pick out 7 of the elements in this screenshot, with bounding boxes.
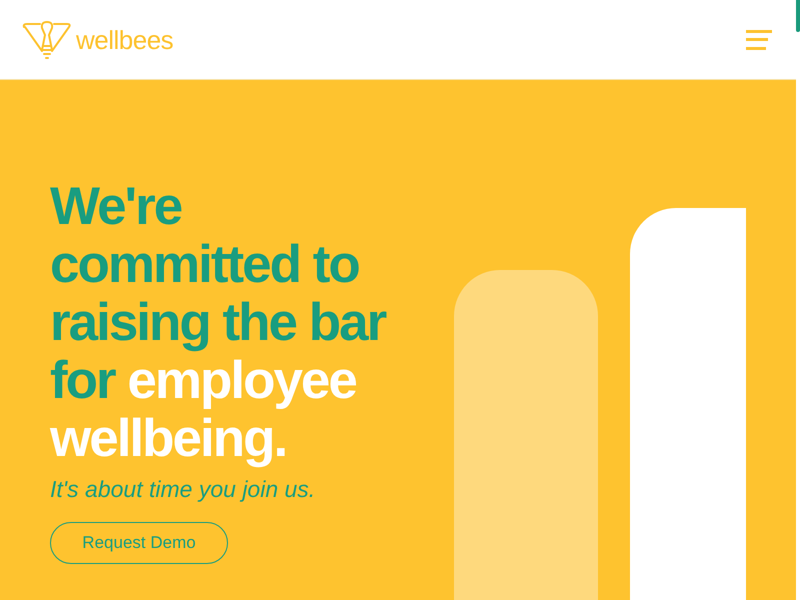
subtitle: It's about time you join us. xyxy=(50,475,316,504)
menu-icon[interactable] xyxy=(746,30,772,50)
bee-logo-icon xyxy=(22,20,72,60)
headline: We're committed to raising the bar for employee wellbeing. xyxy=(50,178,387,468)
scrollbar-thumb[interactable] xyxy=(796,0,800,32)
logo-link[interactable]: wellbees xyxy=(22,20,174,60)
request-demo-button[interactable]: Request Demo xyxy=(50,522,228,564)
